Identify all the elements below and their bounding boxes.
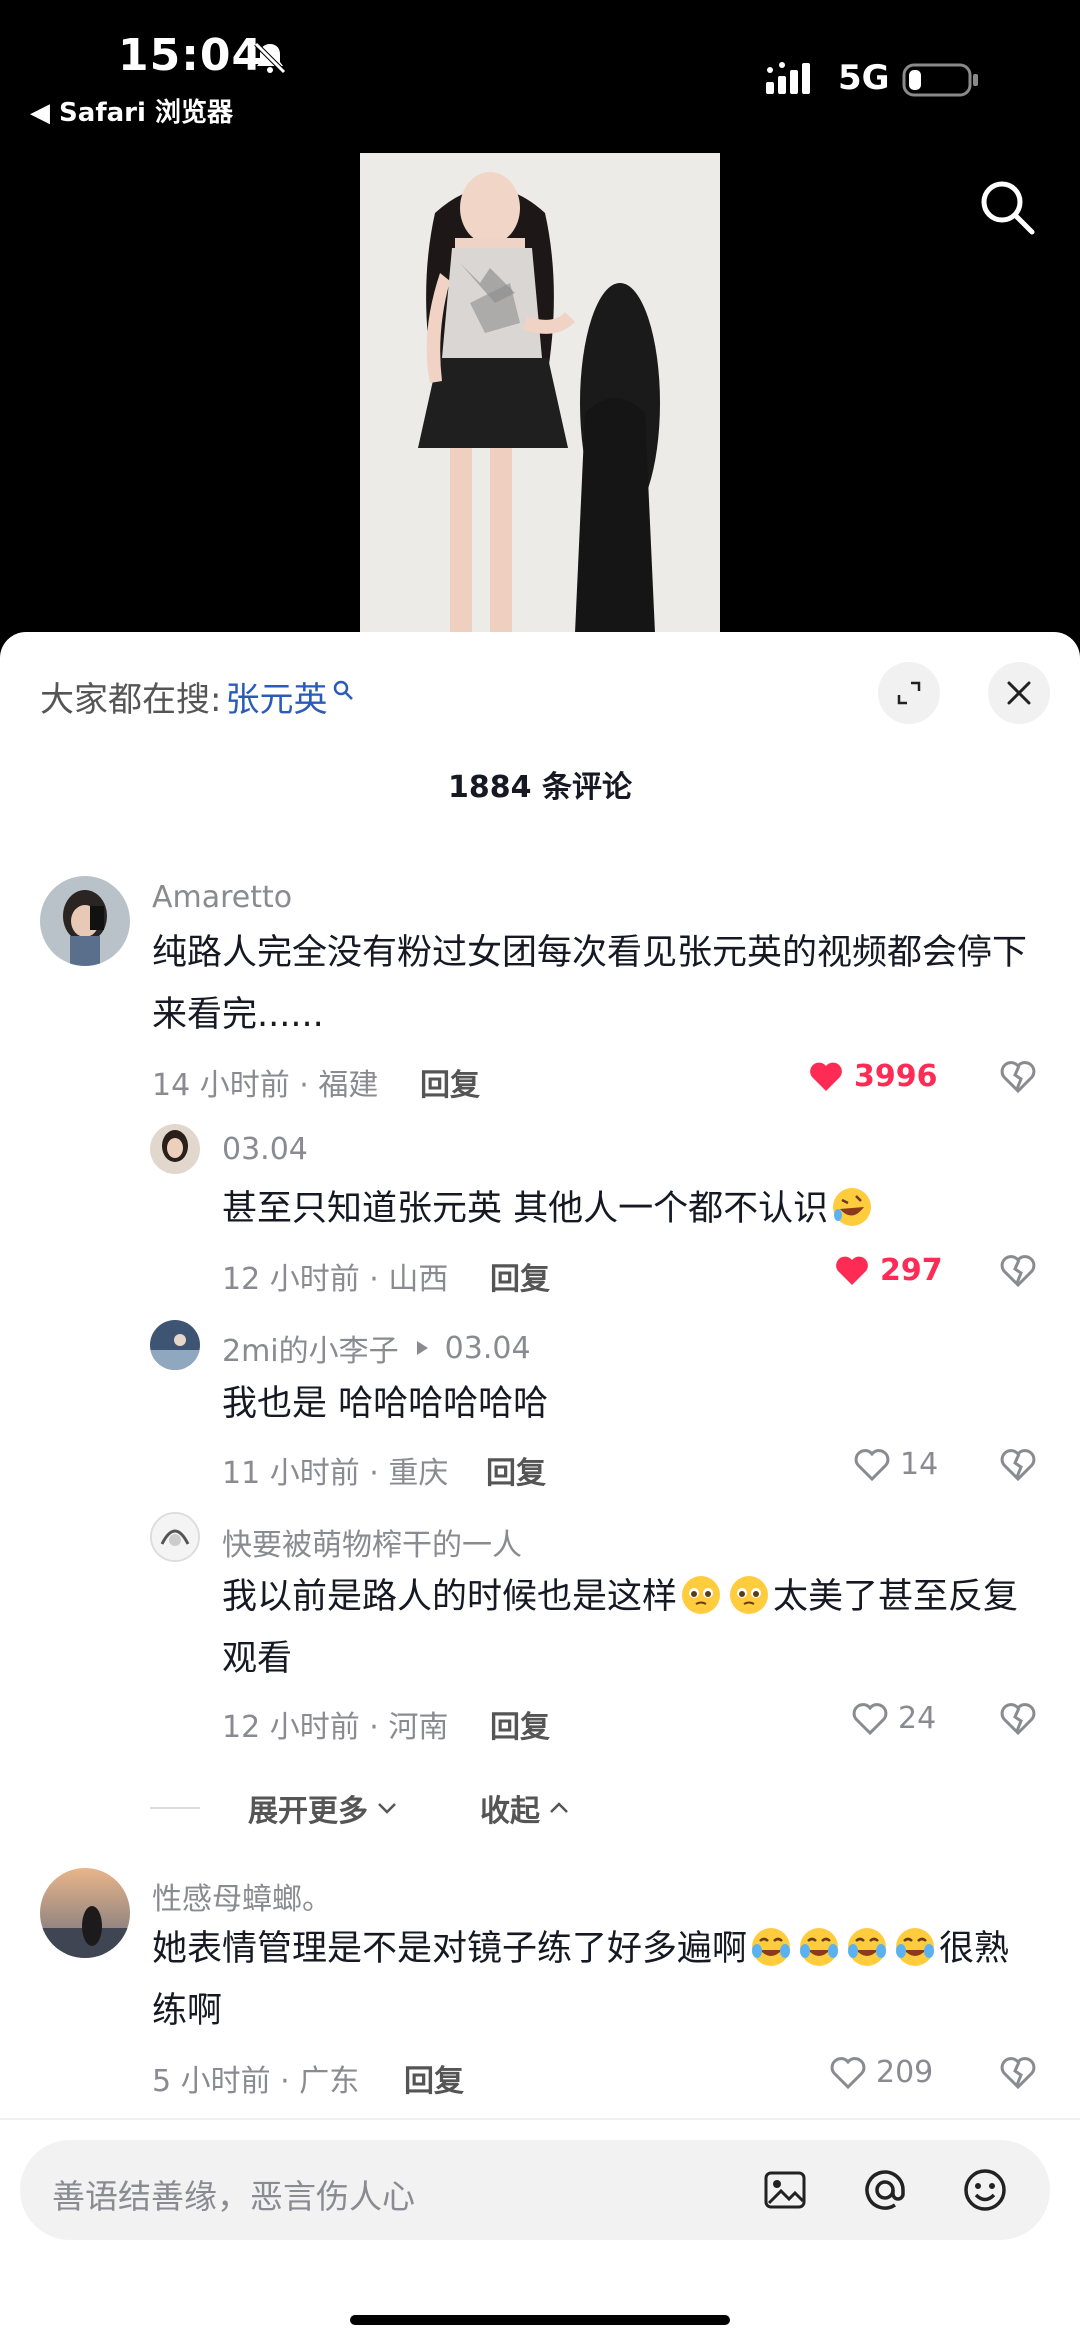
comment-count: 1884 条评论 — [448, 770, 632, 805]
bell-muted-icon — [254, 42, 286, 74]
trending-search[interactable]: 大家都在搜: 张元英 — [40, 672, 355, 721]
comment-meta: 5 小时前 · 广东 — [152, 2064, 360, 2099]
expand-icon — [897, 681, 921, 705]
comment-text: 甚至只知道张元英 其他人一个都不认识 — [222, 1178, 1042, 1240]
broken-heart-icon[interactable] — [998, 1698, 1038, 1738]
divider-line — [150, 1807, 200, 1809]
like-count: 24 — [898, 1700, 937, 1736]
close-icon — [1007, 681, 1031, 705]
pleading-emoji-icon — [730, 1576, 769, 1614]
comment-meta: 11 小时前 · 重庆 — [222, 1456, 449, 1491]
username[interactable]: 2mi的小李子 03.04 — [222, 1326, 531, 1370]
reply-button[interactable]: 回复 — [490, 1702, 550, 1746]
heart-outline-icon — [854, 1449, 890, 1482]
chevron-up-icon — [550, 1802, 568, 1813]
crying-laughing-emoji-icon — [752, 1928, 791, 1966]
video-player[interactable] — [360, 153, 720, 635]
heart-filled-icon — [810, 1062, 842, 1091]
rofl-emoji-icon — [833, 1188, 872, 1226]
reply-button[interactable]: 回复 — [486, 1448, 546, 1492]
input-divider — [0, 2118, 1080, 2120]
crying-laughing-emoji-icon — [896, 1928, 935, 1966]
search-icon[interactable] — [976, 176, 1038, 238]
back-to-safari[interactable]: ◀ Safari 浏览器 — [30, 92, 233, 129]
like-button[interactable]: 14 — [852, 1444, 938, 1484]
username[interactable]: Amaretto — [152, 880, 292, 915]
comment-text-part-a: 她表情管理是不是对镜子练了好多遍啊 — [152, 1929, 748, 1969]
avatar[interactable] — [40, 876, 130, 966]
username[interactable]: 性感母蟑螂。 — [152, 1874, 332, 1918]
reply-button[interactable]: 回复 — [420, 1060, 480, 1104]
like-button[interactable]: 297 — [832, 1250, 943, 1290]
username[interactable]: 03.04 — [222, 1132, 308, 1167]
reply-button[interactable]: 回复 — [490, 1254, 550, 1298]
avatar[interactable] — [150, 1512, 200, 1562]
heart-outline-icon — [852, 1703, 888, 1736]
reply-to-user[interactable]: 03.04 — [445, 1331, 531, 1366]
expand-button[interactable] — [878, 662, 940, 724]
reply-arrow-icon — [416, 1341, 428, 1355]
image-icon[interactable] — [760, 2165, 810, 2215]
trending-keyword[interactable]: 张元英 — [225, 672, 327, 721]
comment-input[interactable]: 善语结善缘，恶言伤人心 — [20, 2140, 1050, 2240]
chevron-down-icon — [378, 1803, 396, 1814]
collapse-button[interactable]: 收起 — [480, 1786, 572, 1830]
username[interactable]: 快要被萌物榨干的一人 — [222, 1520, 522, 1564]
like-count: 209 — [876, 2054, 934, 2090]
small-search-icon — [334, 680, 354, 700]
like-button[interactable]: 24 — [850, 1698, 936, 1738]
avatar[interactable] — [40, 1868, 130, 1958]
crying-laughing-emoji-icon — [848, 1928, 887, 1966]
mention-icon[interactable] — [860, 2165, 910, 2215]
comment-text: 我也是 哈哈哈哈哈哈 — [222, 1384, 549, 1424]
like-count: 3996 — [854, 1058, 938, 1094]
collapse-label: 收起 — [480, 1794, 540, 1829]
close-button[interactable] — [988, 662, 1050, 724]
comment-meta: 12 小时前 · 山西 — [222, 1262, 449, 1297]
emoji-icon[interactable] — [960, 2165, 1010, 2215]
broken-heart-icon[interactable] — [998, 1444, 1038, 1484]
trending-label: 大家都在搜: — [40, 680, 222, 720]
broken-heart-icon[interactable] — [998, 1250, 1038, 1290]
crying-laughing-emoji-icon — [800, 1928, 839, 1966]
username-text: 2mi的小李子 — [222, 1334, 399, 1369]
network-type: 5G — [838, 58, 890, 98]
replies-toggle-row: 展开更多 收起 — [150, 1786, 572, 1830]
like-count: 14 — [900, 1446, 939, 1482]
broken-heart-icon[interactable] — [998, 2052, 1038, 2092]
like-button[interactable]: 3996 — [806, 1056, 938, 1096]
comment-meta: 12 小时前 · 河南 — [222, 1710, 449, 1745]
battery-icon — [902, 63, 978, 97]
comment-text-content: 甚至只知道张元英 其他人一个都不认识 — [222, 1189, 829, 1229]
comment-text: 纯路人完全没有粉过女团每次看见张元英的视频都会停下来看完...... — [152, 933, 1028, 1035]
expand-more-button[interactable]: 展开更多 — [248, 1786, 400, 1830]
avatar[interactable] — [150, 1124, 200, 1174]
expand-more-label: 展开更多 — [248, 1794, 368, 1829]
avatar[interactable] — [150, 1320, 200, 1370]
reply-button[interactable]: 回复 — [404, 2056, 464, 2100]
broken-heart-icon[interactable] — [998, 1056, 1038, 1096]
comment-meta: 14 小时前 · 福建 — [152, 1068, 379, 1103]
comment-text-part-a: 我以前是路人的时候也是这样 — [222, 1577, 678, 1617]
comment-input-placeholder: 善语结善缘，恶言伤人心 — [52, 2177, 415, 2216]
like-button[interactable]: 209 — [828, 2052, 933, 2092]
clock: 15:04 — [118, 30, 264, 81]
heart-filled-icon — [836, 1256, 868, 1285]
signal-icon — [766, 62, 810, 94]
video-frame — [360, 153, 720, 635]
like-count: 297 — [880, 1252, 943, 1288]
comment-text: 我以前是路人的时候也是这样 太美了甚至反复观看 — [222, 1566, 1042, 1690]
home-indicator[interactable] — [350, 2315, 730, 2325]
heart-outline-icon — [830, 2057, 866, 2090]
comment-text: 她表情管理是不是对镜子练了好多遍啊 很熟练啊 — [152, 1918, 1042, 2042]
status-bar: 15:04 ◀ Safari 浏览器 5G — [0, 0, 1080, 130]
pleading-emoji-icon — [682, 1576, 721, 1614]
